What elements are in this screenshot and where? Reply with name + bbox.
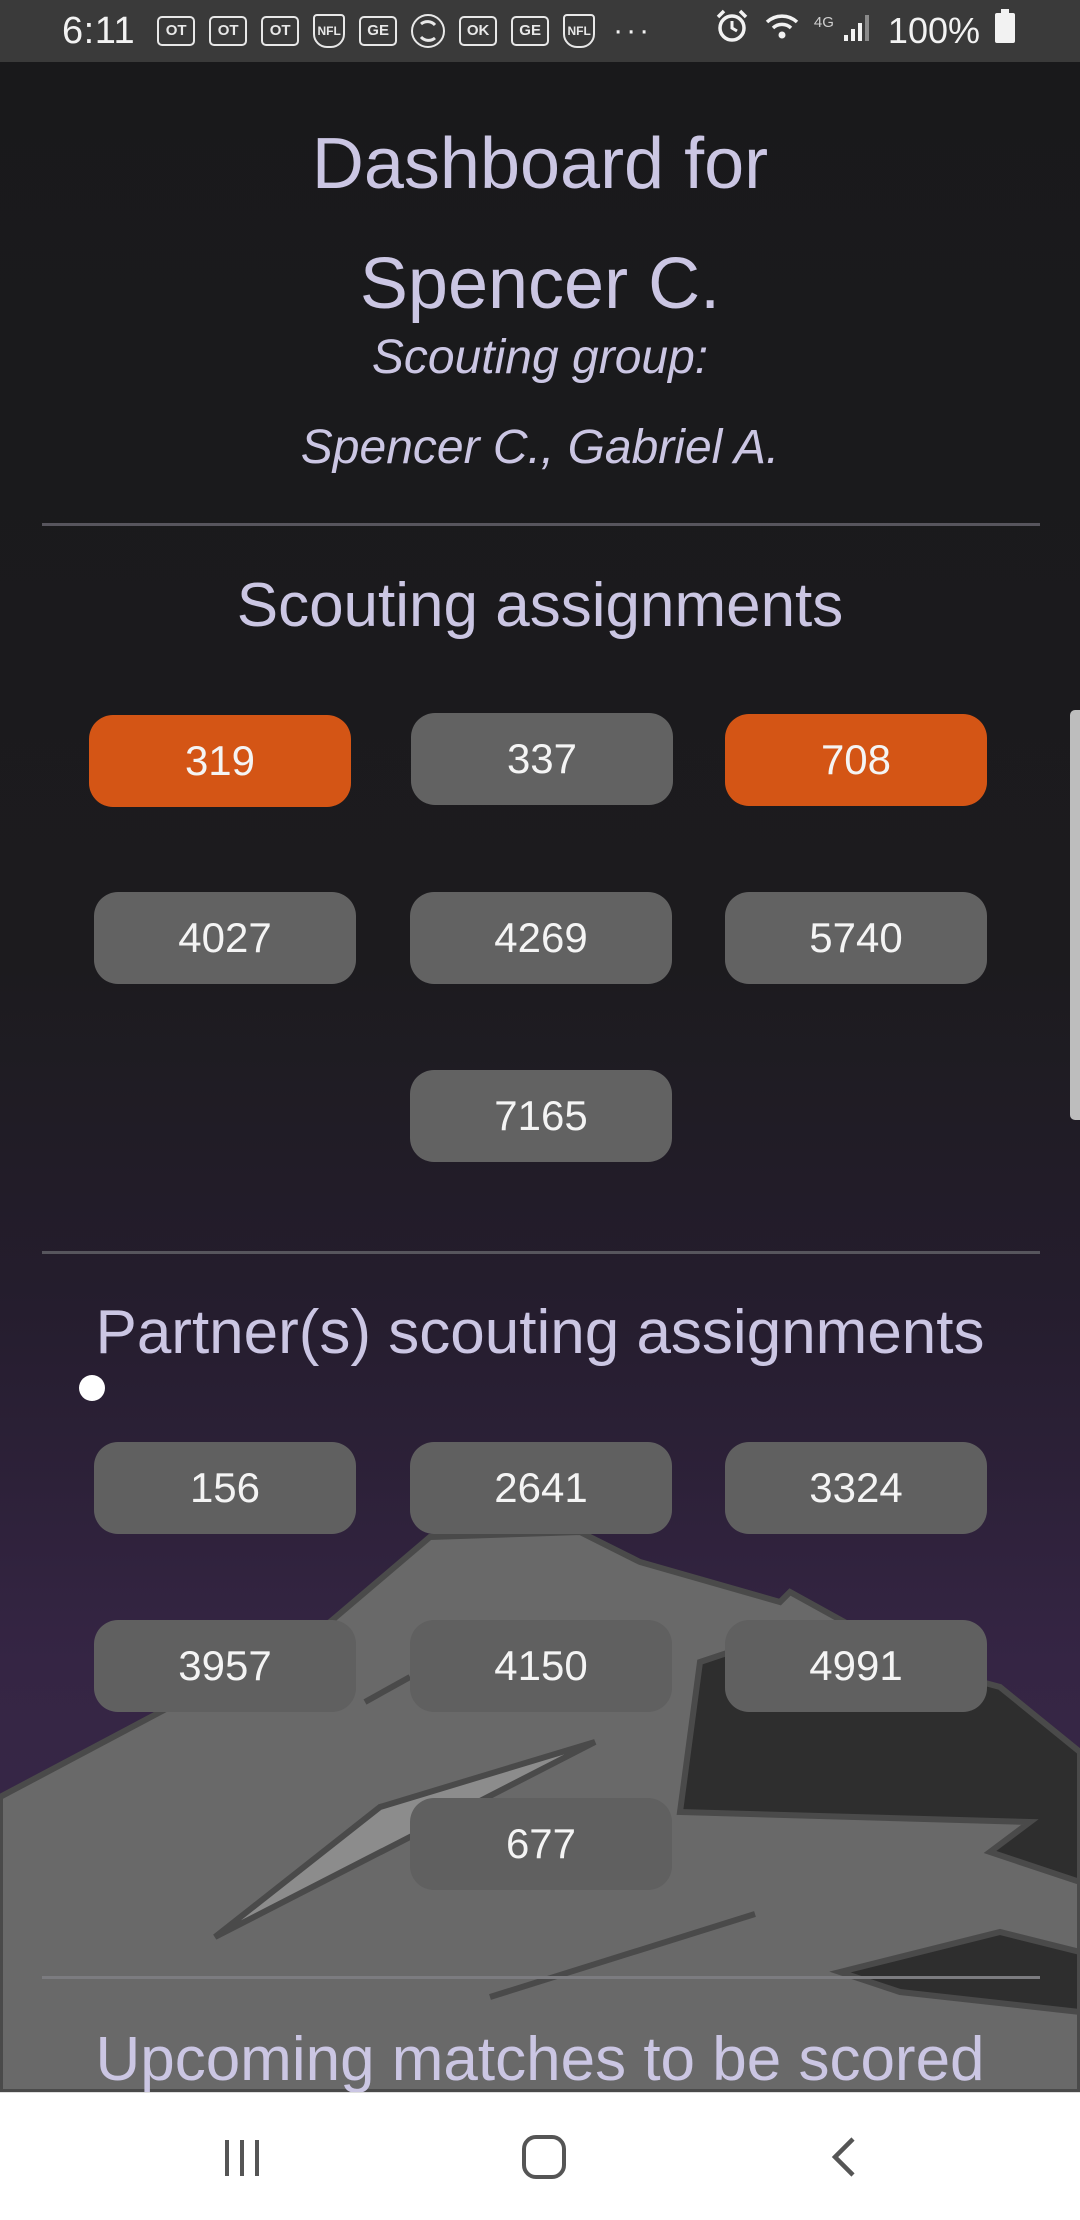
- battery-level: 100%: [887, 10, 980, 51]
- partner-team-chip-3957[interactable]: 3957: [94, 1620, 356, 1712]
- partner-team-chip-2641[interactable]: 2641: [410, 1442, 672, 1534]
- ok-notification-icon: OK: [459, 16, 498, 46]
- dashboard-title: Dashboard for: [311, 124, 769, 204]
- alarm-icon: [714, 8, 750, 54]
- home-button[interactable]: [454, 2093, 634, 2220]
- partner-team-chip-677[interactable]: 677: [410, 1798, 672, 1890]
- scouting-group-label: Scouting group:: [371, 331, 709, 384]
- home-icon: [522, 2135, 566, 2179]
- notification-icons: OT OT OT NFL GE OK GE NFL: [157, 14, 596, 48]
- app-notification-icon: OT: [157, 16, 196, 46]
- team-chip-708[interactable]: 708: [725, 714, 987, 806]
- back-button[interactable]: [756, 2093, 936, 2220]
- status-time: 6:11: [62, 9, 136, 52]
- navigation-bar: [0, 2092, 1080, 2220]
- nfl-notification-icon: NFL: [313, 14, 346, 48]
- team-chip-4269[interactable]: 4269: [410, 892, 672, 984]
- scouting-group-members: Spencer C., Gabriel A.: [300, 421, 780, 474]
- nfl-notification-icon: NFL: [563, 14, 596, 48]
- signal-icon: [842, 10, 874, 53]
- recent-apps-button[interactable]: [152, 2093, 332, 2220]
- scrollbar[interactable]: [1070, 710, 1080, 1120]
- team-chip-4027[interactable]: 4027: [94, 892, 356, 984]
- divider: [42, 1976, 1040, 1979]
- team-chip-337[interactable]: 337: [411, 713, 673, 805]
- sync-notification-icon: [411, 14, 446, 48]
- wifi-icon: [764, 8, 800, 54]
- team-chip-319[interactable]: 319: [89, 715, 351, 807]
- status-right: 4G 100%: [714, 0, 1080, 62]
- partner-team-chip-4150[interactable]: 4150: [410, 1620, 672, 1712]
- team-chip-7165[interactable]: 7165: [410, 1070, 672, 1162]
- upcoming-matches-heading: Upcoming matches to be scored: [95, 2025, 985, 2092]
- network-type: 4G: [813, 13, 834, 31]
- ge-notification-icon: GE: [359, 16, 398, 46]
- partner-team-chip-156[interactable]: 156: [94, 1442, 356, 1534]
- back-icon: [831, 2137, 855, 2177]
- scouting-assignments-heading: Scouting assignments: [236, 571, 844, 640]
- battery-icon: [994, 8, 1016, 54]
- touch-indicator: [79, 1375, 105, 1401]
- divider: [42, 1251, 1040, 1254]
- partner-team-chip-4991[interactable]: 4991: [725, 1620, 987, 1712]
- more-notifications-icon: ···: [613, 14, 653, 47]
- app-notification-icon: OT: [261, 16, 300, 46]
- status-bar: 6:11 OT OT OT NFL GE OK GE NFL ··· 4G 10…: [0, 0, 1080, 62]
- divider: [42, 523, 1040, 526]
- ge-notification-icon: GE: [511, 16, 550, 46]
- user-name: Spencer C.: [359, 244, 721, 324]
- partner-team-chip-3324[interactable]: 3324: [725, 1442, 987, 1534]
- recent-apps-icon: [225, 2140, 259, 2176]
- team-chip-5740[interactable]: 5740: [725, 892, 987, 984]
- partner-assignments-heading: Partner(s) scouting assignments: [95, 1298, 985, 1367]
- app-notification-icon: OT: [209, 16, 248, 46]
- dashboard-screen[interactable]: Dashboard for Spencer C. Scouting group:…: [0, 62, 1080, 2092]
